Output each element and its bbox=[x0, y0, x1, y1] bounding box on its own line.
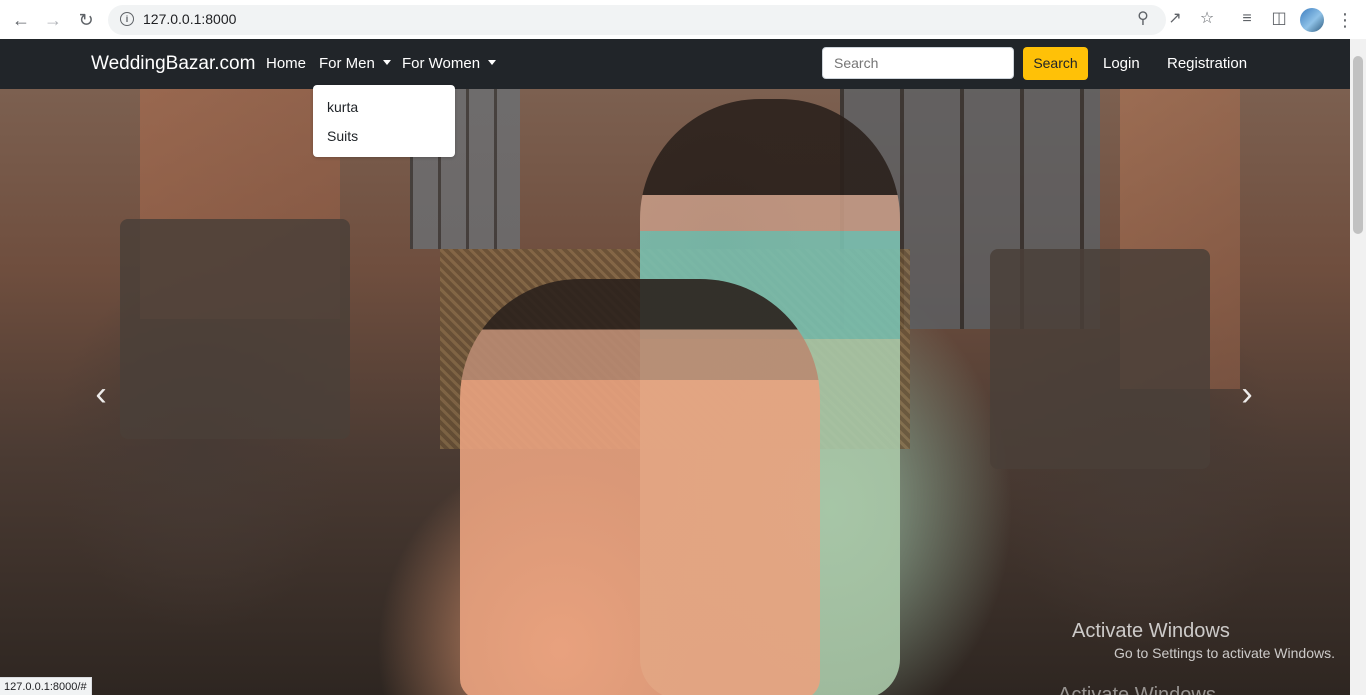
reading-list-icon[interactable]: ≡ bbox=[1237, 9, 1257, 29]
carousel-next-icon[interactable]: › bbox=[1236, 374, 1258, 414]
caret-down-icon bbox=[382, 59, 391, 65]
nav-for-men[interactable]: For Men bbox=[319, 55, 391, 72]
search-input[interactable] bbox=[822, 47, 1014, 79]
nav-for-women[interactable]: For Women bbox=[402, 55, 497, 72]
nav-for-women-label: For Women bbox=[402, 55, 481, 72]
dropdown-item-kurta[interactable]: kurta bbox=[327, 99, 358, 115]
site-info-icon[interactable]: i bbox=[120, 12, 134, 26]
hero-image-chair bbox=[990, 249, 1210, 469]
hero-image-model bbox=[460, 279, 820, 695]
carousel-prev-icon[interactable]: ‹ bbox=[90, 374, 112, 414]
url-text: 127.0.0.1:8000 bbox=[143, 11, 237, 27]
forward-arrow-icon[interactable]: → bbox=[42, 9, 64, 31]
hero-image-chair bbox=[120, 219, 350, 439]
browser-toolbar: ← → ↻ i 127.0.0.1:8000 ⚲ ↗ ☆ ≡ ◫ ⋮ bbox=[0, 0, 1366, 40]
side-panel-icon[interactable]: ◫ bbox=[1269, 9, 1289, 29]
site-navbar: WeddingBazar.com Home For Men For Women … bbox=[0, 39, 1350, 89]
activate-windows-title-duplicate: Activate Windows bbox=[1058, 684, 1216, 695]
for-men-dropdown-menu: kurta Suits bbox=[313, 85, 455, 157]
address-bar[interactable]: i 127.0.0.1:8000 bbox=[108, 5, 1166, 35]
share-icon[interactable]: ↗ bbox=[1165, 9, 1185, 29]
dropdown-item-suits[interactable]: Suits bbox=[327, 128, 358, 144]
nav-for-men-label: For Men bbox=[319, 55, 375, 72]
back-arrow-icon[interactable]: ← bbox=[10, 9, 32, 31]
reload-icon[interactable]: ↻ bbox=[75, 9, 97, 31]
nav-registration[interactable]: Registration bbox=[1167, 55, 1247, 72]
profile-avatar[interactable] bbox=[1300, 8, 1324, 32]
bookmark-star-icon[interactable]: ☆ bbox=[1197, 9, 1217, 29]
caret-down-icon bbox=[488, 59, 497, 65]
zoom-icon[interactable]: ⚲ bbox=[1133, 9, 1153, 29]
hero-carousel bbox=[0, 89, 1350, 695]
nav-home[interactable]: Home bbox=[266, 55, 306, 72]
scrollbar-thumb[interactable] bbox=[1353, 56, 1363, 234]
menu-kebab-icon[interactable]: ⋮ bbox=[1336, 9, 1354, 31]
brand-logo[interactable]: WeddingBazar.com bbox=[91, 53, 255, 75]
search-button[interactable]: Search bbox=[1023, 47, 1088, 80]
activate-windows-title: Activate Windows bbox=[1072, 620, 1230, 642]
activate-windows-subtitle: Go to Settings to activate Windows. bbox=[1114, 645, 1335, 661]
nav-login[interactable]: Login bbox=[1103, 55, 1140, 72]
link-status-bar: 127.0.0.1:8000/# bbox=[0, 677, 92, 695]
